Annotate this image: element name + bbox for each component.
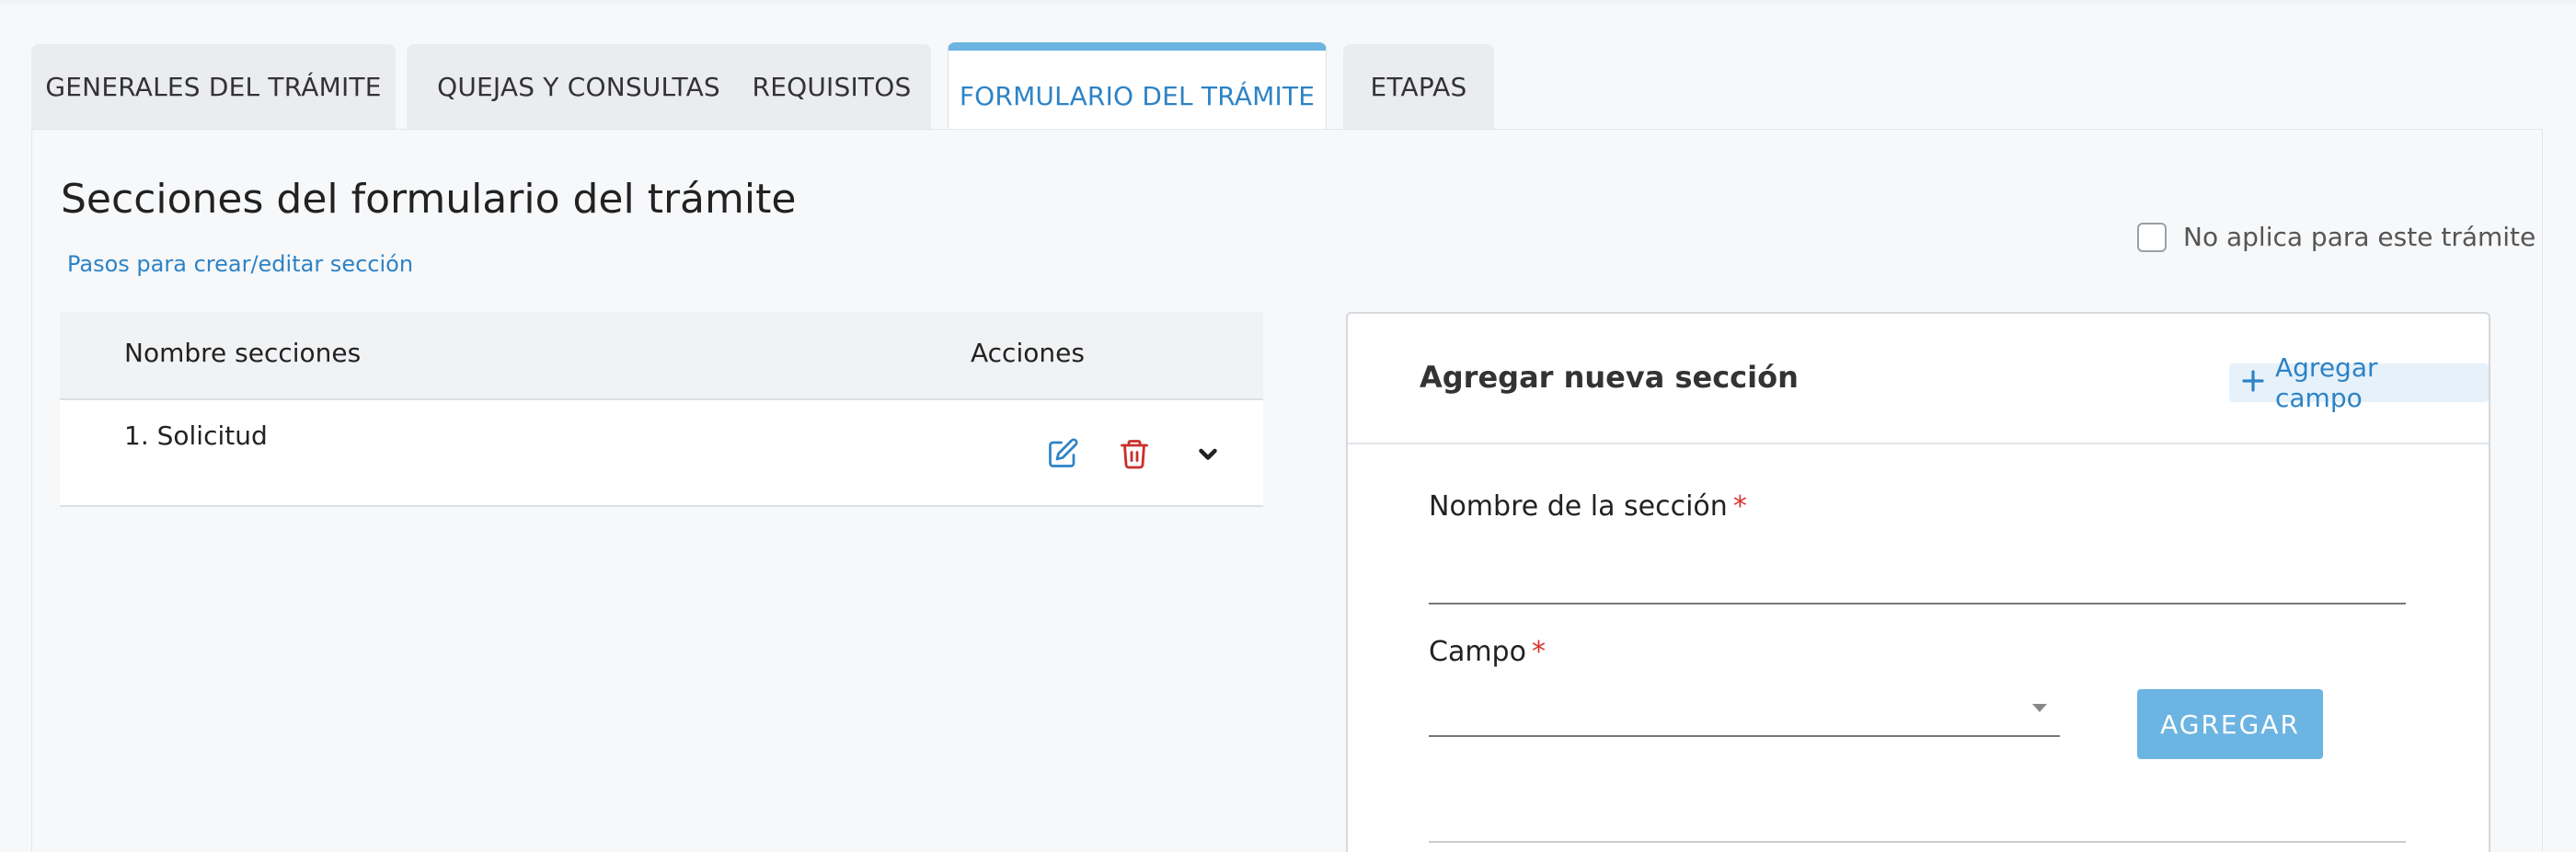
section-name-label: Nombre de la sección * — [1429, 490, 1747, 523]
card-header: Agregar nueva sección Agregar campo — [1348, 314, 2489, 444]
not-applicable-label: No aplica para este trámite — [2183, 222, 2536, 252]
field-label: Campo * — [1429, 636, 1546, 668]
form-sections-panel: Secciones del formulario del trámite Pas… — [31, 129, 2543, 852]
column-header-name: Nombre secciones — [124, 338, 362, 368]
not-applicable-option[interactable]: No aplica para este trámite — [2137, 222, 2536, 252]
required-mark: * — [1732, 490, 1747, 523]
tab-quejas[interactable]: QUEJAS Y CONSULTAS — [407, 44, 751, 129]
chevron-down-icon[interactable] — [1191, 437, 1225, 470]
tab-label: FORMULARIO DEL TRÁMITE — [959, 81, 1316, 111]
add-field-button[interactable]: Agregar campo — [2229, 352, 2489, 413]
section-name-cell: 1. Solicitud — [124, 420, 268, 451]
add-section-card: Agregar nueva sección Agregar campo Nomb… — [1346, 312, 2490, 852]
column-header-actions: Acciones — [971, 338, 1085, 368]
sections-table: Nombre secciones Acciones 1. Solicitud — [60, 312, 1263, 507]
required-mark: * — [1531, 636, 1546, 668]
page-title: Secciones del formulario del trámite — [61, 176, 797, 223]
add-field-label: Agregar campo — [2275, 352, 2378, 413]
tab-etapas[interactable]: ETAPAS — [1343, 44, 1494, 129]
not-applicable-checkbox[interactable] — [2137, 222, 2167, 252]
edit-icon[interactable] — [1046, 437, 1079, 470]
table-row: 1. Solicitud — [60, 400, 1263, 507]
section-name-label-text: Nombre de la sección — [1429, 490, 1728, 523]
tab-generales[interactable]: GENERALES DEL TRÁMITE — [31, 44, 396, 129]
next-field-input[interactable] — [1429, 841, 2406, 843]
add-button[interactable]: AGREGAR — [2137, 689, 2323, 759]
section-name-input[interactable] — [1429, 551, 2406, 604]
plus-icon — [2242, 368, 2264, 398]
tab-label: GENERALES DEL TRÁMITE — [45, 71, 382, 102]
field-select[interactable] — [1429, 684, 2060, 737]
tab-label: ETAPAS — [1370, 71, 1467, 102]
tab-requisitos[interactable]: REQUISITOS — [732, 44, 931, 129]
field-label-text: Campo — [1429, 636, 1526, 668]
dropdown-arrow-icon — [2032, 704, 2047, 712]
tab-label: REQUISITOS — [752, 71, 912, 102]
trash-icon[interactable] — [1118, 437, 1151, 470]
steps-link[interactable]: Pasos para crear/editar sección — [67, 251, 413, 277]
tab-label: QUEJAS Y CONSULTAS — [437, 71, 720, 102]
card-title: Agregar nueva sección — [1420, 360, 1799, 395]
table-header: Nombre secciones Acciones — [60, 312, 1263, 400]
tab-formulario[interactable]: FORMULARIO DEL TRÁMITE — [948, 42, 1327, 129]
top-shadow-bar — [0, 0, 2576, 7]
